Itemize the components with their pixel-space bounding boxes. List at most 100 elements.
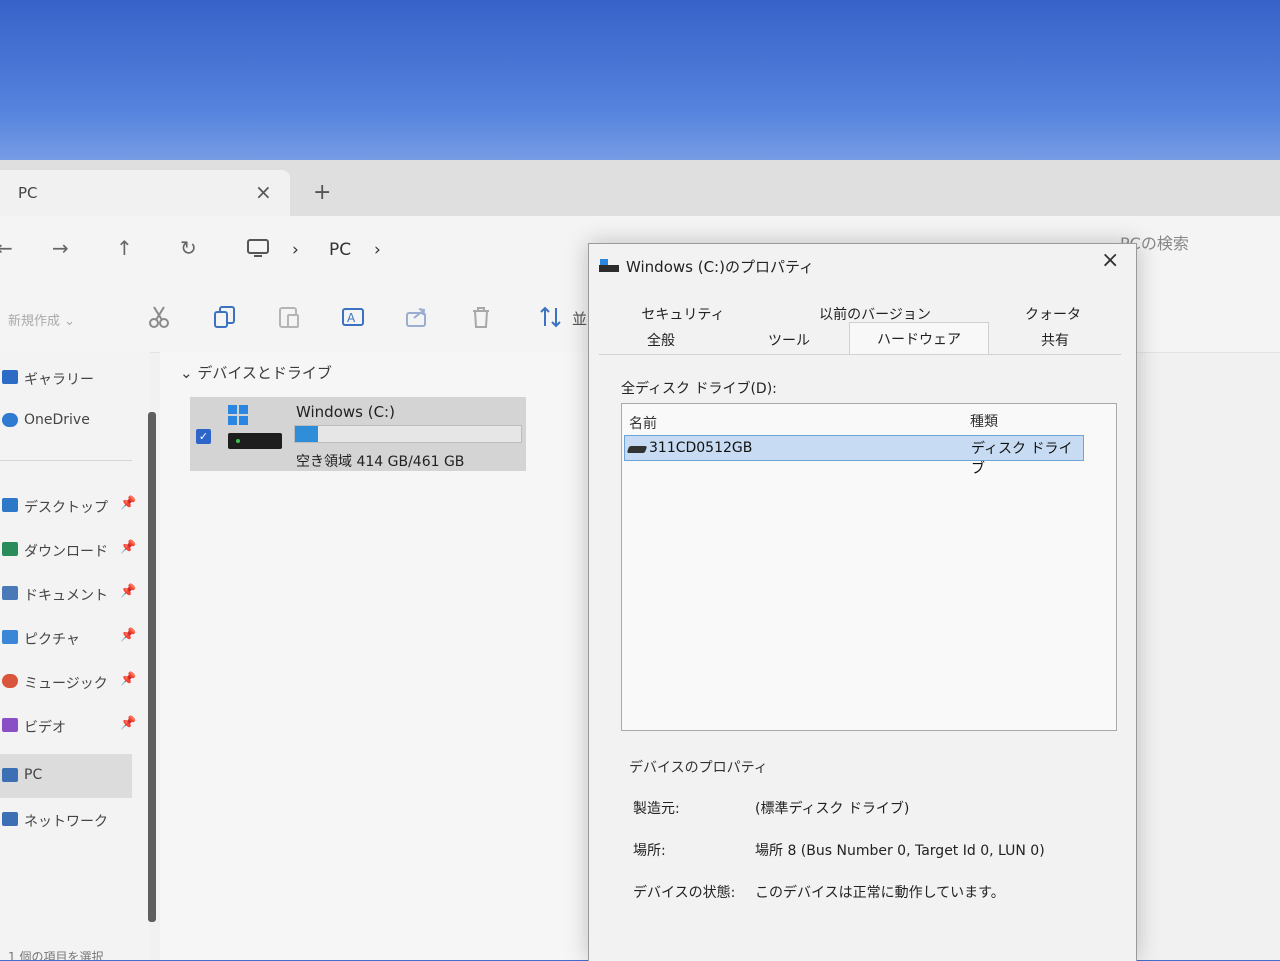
drive-free-space: 空き領域 414 GB/461 GB [296,454,465,470]
sort-icon[interactable] [538,304,564,330]
pictures-icon [2,630,18,644]
sidebar-item-pictures[interactable]: ピクチャ 📌 [0,620,140,656]
chevron-down-icon: ⌄ [180,364,198,382]
delete-icon[interactable] [468,304,494,330]
breadcrumb-separator[interactable]: › [374,240,381,260]
up-icon[interactable]: ↑ [116,236,133,260]
pin-icon: 📌 [120,628,137,643]
drive-usage-fill [295,426,318,442]
document-icon [2,586,18,600]
new-tab-button[interactable]: + [313,180,331,205]
tab-quota[interactable]: クォータ [993,304,1113,324]
sidebar-item-pc[interactable]: PC [0,754,132,798]
tab-security[interactable]: セキュリティ [623,304,743,324]
sidebar-item-desktop[interactable]: デスクトップ 📌 [0,488,140,524]
refresh-icon[interactable]: ↻ [180,236,197,260]
sidebar-item-videos[interactable]: ビデオ 📌 [0,708,140,744]
gallery-icon [2,370,18,384]
cloud-icon [2,413,18,427]
back-icon[interactable]: ← [0,236,13,260]
properties-dialog: Windows (C:)のプロパティ × セキュリティ 以前のバージョン クォー… [588,243,1137,961]
windows-logo-icon [228,405,248,429]
close-icon[interactable]: × [1101,248,1119,273]
dialog-title: Windows (C:)のプロパティ [626,258,815,276]
tab-title: PC [18,184,38,202]
pin-icon: 📌 [120,672,137,687]
hard-drive-icon [228,433,282,449]
pin-icon: 📌 [120,716,137,731]
file-list-pane: ⌄ デバイスとドライブ ✓ Windows (C:) 空き領域 414 GB/4… [160,352,590,960]
disk-drive-list[interactable]: 名前 種類 311CD0512GB ディスク ドライブ [621,403,1117,731]
tab-row-2: 全般 ツール ハードウェア 共有 [599,322,1119,355]
sidebar-item-music[interactable]: ミュージック 📌 [0,664,140,700]
sidebar-item-downloads[interactable]: ダウンロード 📌 [0,532,140,568]
sidebar-item-label: ギャラリー [24,372,94,388]
tab-bar: PC × + [0,160,1280,216]
download-icon [2,542,18,556]
sidebar-item-onedrive[interactable]: OneDrive [0,403,140,439]
desktop-icon [2,498,18,512]
sort-button-label[interactable]: 並 [572,308,587,329]
tab-previous-versions[interactable]: 以前のバージョン [795,304,955,324]
svg-text:A: A [347,311,356,325]
breadcrumb-separator[interactable]: › [292,240,299,260]
new-button[interactable]: 新規作成 ⌄ [8,310,75,329]
sidebar-item-label: ネットワーク [24,814,108,830]
group-header-devices[interactable]: ⌄ デバイスとドライブ [180,362,332,383]
sidebar-item-gallery[interactable]: ギャラリー [0,360,140,396]
music-icon [2,674,18,688]
sidebar-item-label: ピクチャ [24,632,80,648]
selection-checkbox[interactable]: ✓ [196,429,211,444]
cut-icon[interactable] [146,304,172,330]
sidebar-item-label: PC [24,767,43,783]
sidebar-scrollbar[interactable] [148,412,156,922]
list-item[interactable]: 311CD0512GB ディスク ドライブ [624,435,1084,477]
pin-icon: 📌 [120,496,137,511]
copy-icon[interactable] [212,304,238,330]
sidebar-item-documents[interactable]: ドキュメント 📌 [0,576,140,612]
sidebar-item-network[interactable]: ネットワーク [0,802,140,838]
sidebar-item-label: ダウンロード [24,544,108,560]
sidebar-item-label: OneDrive [24,412,90,428]
sidebar-item-label: ドキュメント [24,588,108,604]
pc-icon [2,768,18,782]
column-header-type[interactable]: 種類 [970,411,998,431]
prop-location-value: 場所 8 (Bus Number 0, Target Id 0, LUN 0) [755,843,1045,859]
list-item-type: ディスク ドライブ [971,441,1073,477]
pc-monitor-icon[interactable] [246,238,270,264]
device-properties-heading: デバイスのプロパティ [629,760,768,776]
disk-drive-icon [626,446,648,453]
tab-general[interactable]: 全般 [601,330,721,350]
pin-icon: 📌 [120,540,137,555]
prop-status-label: デバイスの状態: [633,885,736,901]
sidebar-item-label: ミュージック [24,676,108,692]
sidebar-item-label: ビデオ [24,720,66,736]
prop-location-label: 場所: [633,843,666,859]
tab-tools[interactable]: ツール [729,330,849,350]
prop-manufacturer-label: 製造元: [633,801,680,817]
disk-list-label: 全ディスク ドライブ(D): [621,381,777,397]
sidebar-item-label: デスクトップ [24,500,108,516]
tab-pc[interactable]: PC × [0,170,290,216]
drive-name: Windows (C:) [296,403,395,421]
drive-tile-c[interactable]: ✓ Windows (C:) 空き領域 414 GB/461 GB [190,397,526,471]
column-header-name[interactable]: 名前 [629,413,657,433]
breadcrumb-pc[interactable]: PC [329,240,351,260]
paste-icon[interactable] [276,304,302,330]
rename-icon[interactable]: A [340,304,366,330]
group-title: デバイスとドライブ [197,364,332,382]
tab-close-icon[interactable]: × [255,180,272,204]
tab-hardware[interactable]: ハードウェア [849,322,989,355]
forward-icon[interactable]: → [52,236,69,260]
video-icon [2,718,18,732]
tab-sharing[interactable]: 共有 [995,330,1115,350]
pin-icon: 📌 [120,584,137,599]
prop-status-value: このデバイスは正常に動作しています。 [755,885,1005,901]
navigation-pane: ギャラリー OneDrive デスクトップ 📌 ダウンロード 📌 ドキュメント … [0,352,150,960]
drive-usage-bar [294,425,522,443]
list-item-name: 311CD0512GB [649,440,753,456]
desktop-wallpaper [0,0,1280,170]
status-bar-text: 1 個の項目を選択 [8,950,104,960]
prop-manufacturer-value: (標準ディスク ドライブ) [755,801,910,817]
share-icon[interactable] [404,304,430,330]
